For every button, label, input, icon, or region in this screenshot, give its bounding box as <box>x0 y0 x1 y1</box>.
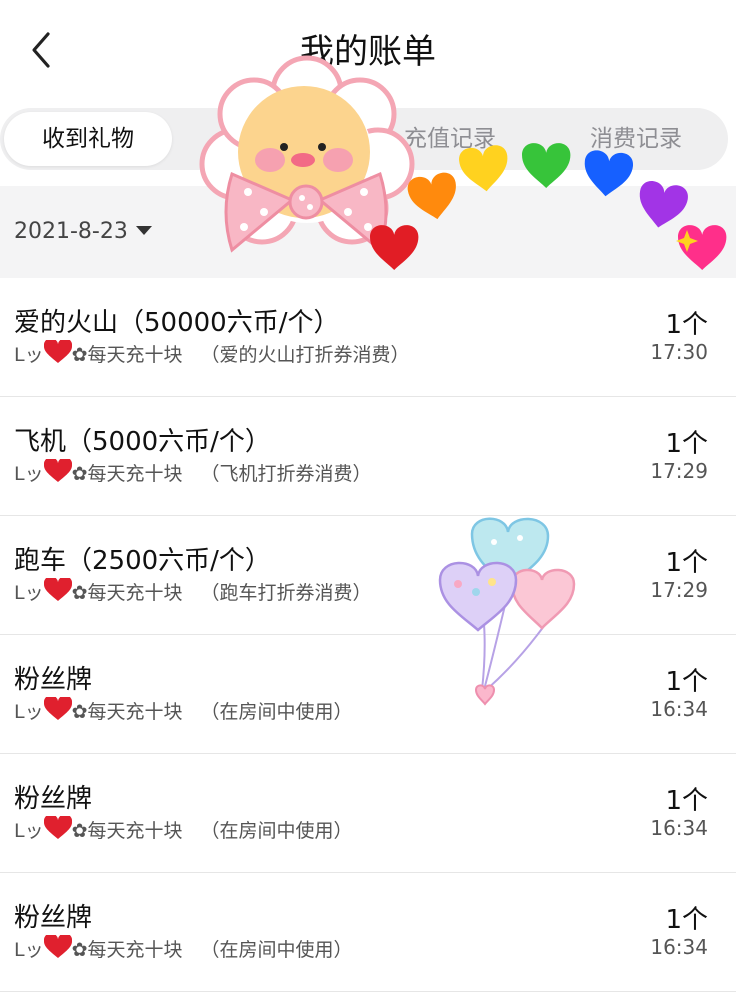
gift-name: 爱的火山（50000六币/个） <box>14 308 340 338</box>
record-list: 爱的火山（50000六币/个） Lッ ✿每天充十块 （爱的火山打折券消费） 1个 1… <box>0 278 736 992</box>
caret-down-icon <box>135 225 152 235</box>
date-filter-bar: 2021-8-23 <box>0 186 736 278</box>
user-name: Lッ <box>14 582 44 604</box>
gift-name: 粉丝牌 <box>14 665 93 695</box>
user-name: Lッ <box>14 701 44 723</box>
gift-name: 飞机（5000六币/个） <box>14 427 271 457</box>
user-name: Lッ <box>14 463 44 485</box>
red-heart-icon <box>43 935 72 958</box>
red-heart-icon <box>43 340 72 363</box>
red-heart-icon <box>43 697 72 720</box>
record-time: 16:34 <box>650 935 708 959</box>
tab-recharge-records[interactable]: 充值记录 <box>366 108 534 170</box>
list-item[interactable]: 爱的火山（50000六币/个） Lッ ✿每天充十块 （爱的火山打折券消费） 1个 1… <box>0 278 736 397</box>
user-name: Lッ <box>14 344 44 366</box>
user-name-suffix: ✿每天充十块 <box>71 344 183 366</box>
date-picker[interactable]: 2021-8-23 <box>14 212 152 252</box>
record-detail: Lッ ✿每天充十块 （在房间中使用） <box>14 935 353 962</box>
tab-consumption-records[interactable]: 消费记录 <box>552 108 720 170</box>
record-note: （在房间中使用） <box>200 701 353 723</box>
record-note: （在房间中使用） <box>200 939 353 961</box>
gift-count: 1个 <box>665 548 708 578</box>
gift-count: 1个 <box>665 429 708 459</box>
record-time: 17:29 <box>650 578 708 602</box>
list-item[interactable]: 粉丝牌 Lッ ✿每天充十块 （在房间中使用） 1个 16:34 <box>0 635 736 754</box>
red-heart-icon <box>43 459 72 482</box>
record-time: 17:30 <box>650 340 708 364</box>
gift-name: 粉丝牌 <box>14 903 93 933</box>
user-name: Lッ <box>14 820 44 842</box>
user-name-suffix: ✿每天充十块 <box>71 582 183 604</box>
list-item[interactable]: 粉丝牌 Lッ ✿每天充十块 （在房间中使用） 1个 16:34 <box>0 754 736 873</box>
record-detail: Lッ ✿每天充十块 （跑车打折券消费） <box>14 578 372 605</box>
tab-bar: 收到礼物 送出礼物 充值记录 消费记录 <box>0 108 728 170</box>
bill-page: 我的账单 收到礼物 送出礼物 充值记录 消费记录 2021-8-23 爱的火山（… <box>0 0 736 1000</box>
user-name: Lッ <box>14 939 44 961</box>
record-detail: Lッ ✿每天充十块 （飞机打折券消费） <box>14 459 372 486</box>
gift-count: 1个 <box>665 310 708 340</box>
gift-name: 粉丝牌 <box>14 784 93 814</box>
tab-sent-gifts[interactable]: 送出礼物 <box>188 108 356 170</box>
gift-count: 1个 <box>665 905 708 935</box>
header: 我的账单 <box>0 0 736 100</box>
record-detail: Lッ ✿每天充十块 （在房间中使用） <box>14 697 353 724</box>
record-note: （爱的火山打折券消费） <box>200 344 410 366</box>
record-time: 16:34 <box>650 697 708 721</box>
red-heart-icon <box>43 816 72 839</box>
tab-received-gifts[interactable]: 收到礼物 <box>4 112 172 166</box>
gift-name: 跑车（2500六币/个） <box>14 546 271 576</box>
date-value: 2021-8-23 <box>14 219 128 244</box>
user-name-suffix: ✿每天充十块 <box>71 820 183 842</box>
user-name-suffix: ✿每天充十块 <box>71 463 183 485</box>
record-detail: Lッ ✿每天充十块 （爱的火山打折券消费） <box>14 340 410 367</box>
list-item[interactable]: 飞机（5000六币/个） Lッ ✿每天充十块 （飞机打折券消费） 1个 17:29 <box>0 397 736 516</box>
record-time: 17:29 <box>650 459 708 483</box>
record-note: （在房间中使用） <box>200 820 353 842</box>
record-time: 16:34 <box>650 816 708 840</box>
list-item[interactable]: 粉丝牌 Lッ ✿每天充十块 （在房间中使用） 1个 16:34 <box>0 873 736 992</box>
record-detail: Lッ ✿每天充十块 （在房间中使用） <box>14 816 353 843</box>
user-name-suffix: ✿每天充十块 <box>71 939 183 961</box>
list-item[interactable]: 跑车（2500六币/个） Lッ ✿每天充十块 （跑车打折券消费） 1个 17:29 <box>0 516 736 635</box>
gift-count: 1个 <box>665 786 708 816</box>
red-heart-icon <box>43 578 72 601</box>
gift-count: 1个 <box>665 667 708 697</box>
record-note: （跑车打折券消费） <box>200 582 372 604</box>
record-note: （飞机打折券消费） <box>200 463 372 485</box>
page-title: 我的账单 <box>300 32 436 72</box>
user-name-suffix: ✿每天充十块 <box>71 701 183 723</box>
